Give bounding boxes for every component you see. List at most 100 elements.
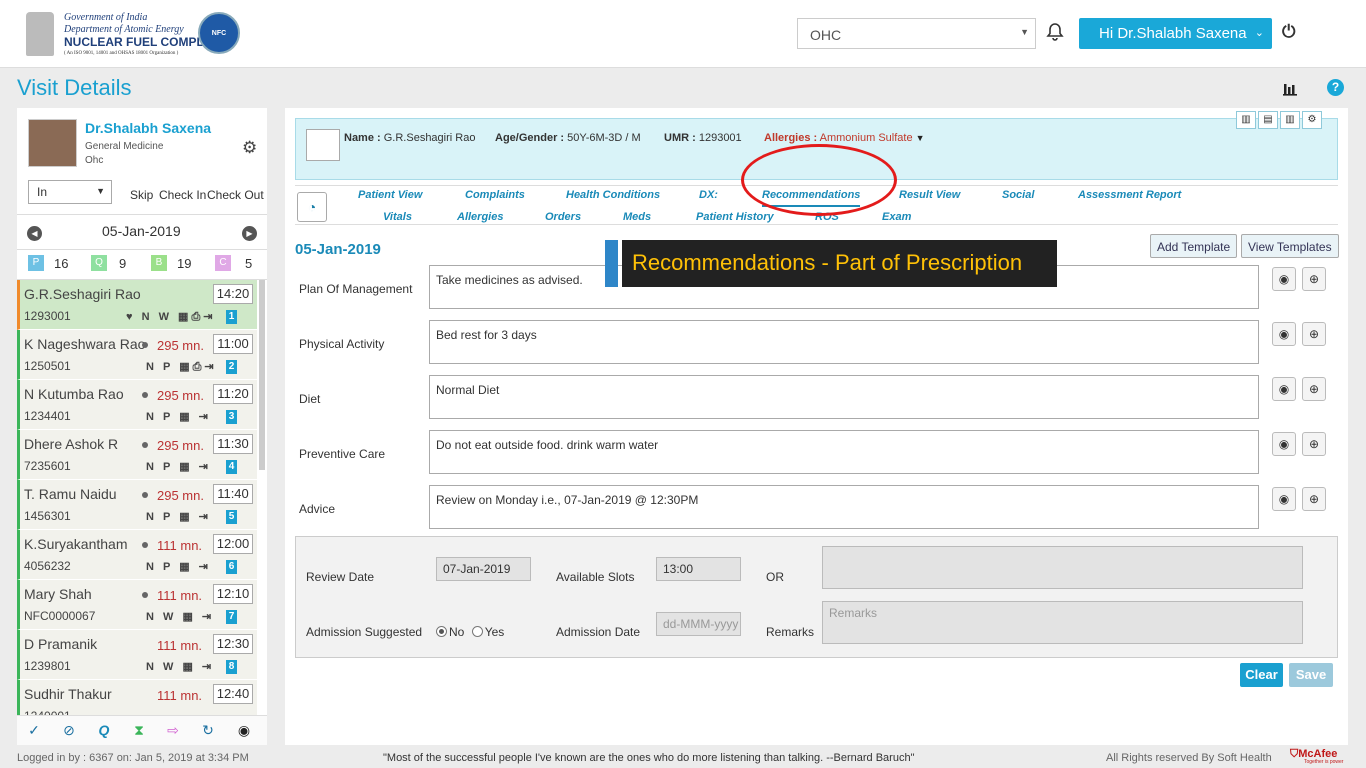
grid-icon: ▦	[179, 361, 193, 373]
hourglass-icon[interactable]: ⧗	[130, 722, 148, 740]
patient-time: 11:30	[213, 434, 253, 454]
patient-row[interactable]: Mary Shah NFC0000067 111 mn. 12:10 N W ▦…	[17, 580, 257, 630]
admission-date-input[interactable]: dd-MMM-yyyy	[656, 612, 741, 636]
power-logout-icon[interactable]: ⏻	[1282, 22, 1295, 42]
save-button[interactable]: Save	[1289, 663, 1333, 687]
check-circle-icon[interactable]: ⊘	[60, 722, 78, 740]
checkmark-icon[interactable]: ✓	[25, 722, 43, 740]
plus-circle-icon[interactable]: ⊕	[1302, 377, 1326, 401]
count-badge-q[interactable]: Q	[91, 255, 107, 271]
patient-flag-text: N P	[146, 411, 174, 423]
patient-row[interactable]: D Pramanik 1239801 111 mn. 12:30 N W ▦ ⇥…	[17, 630, 257, 680]
tab-dx[interactable]: DX:	[699, 189, 718, 201]
patient-row[interactable]: Sudhir Thakur 1240001 111 mn. 12:40	[17, 680, 257, 715]
patient-row[interactable]: K Nageshwara Rao 1250501 295 mn. 11:00 N…	[17, 330, 257, 380]
check-in-button[interactable]: Check In	[159, 188, 206, 202]
document-icon[interactable]: ▤	[1258, 111, 1278, 129]
tab-allergies[interactable]: Allergies	[457, 211, 503, 223]
mcafee-logo: ⛉McAfee Together is power	[1290, 748, 1343, 765]
patient-list-scrollbar[interactable]	[259, 280, 265, 470]
tab-complaints[interactable]: Complaints	[465, 189, 525, 201]
help-icon[interactable]: ?	[1327, 79, 1344, 96]
tab-exam[interactable]: Exam	[882, 211, 911, 223]
tab-patient-view[interactable]: Patient View	[358, 189, 422, 201]
count-badge-p[interactable]: P	[28, 255, 44, 271]
patient-time: 12:40	[213, 684, 253, 704]
next-date-icon[interactable]: ▶	[242, 226, 257, 241]
allergies-field[interactable]: Allergies : Ammonium Sulfate ▼	[764, 132, 925, 144]
tab-patient-history[interactable]: Patient History	[696, 211, 774, 223]
status-value: In	[37, 185, 48, 199]
eye-icon[interactable]: ◉	[1272, 267, 1296, 291]
previous-date-icon[interactable]: ◀	[27, 226, 42, 241]
bar-chart-icon[interactable]: ▥	[1236, 111, 1256, 129]
eye-icon[interactable]: ◉	[235, 722, 253, 740]
patient-row[interactable]: K.Suryakantham 4056232 111 mn. 12:00 N P…	[17, 530, 257, 580]
patient-row[interactable]: T. Ramu Naidu 1456301 295 mn. 11:40 N P …	[17, 480, 257, 530]
tab-orders[interactable]: Orders	[545, 211, 581, 223]
radio-yes[interactable]	[471, 626, 483, 637]
patient-time: 12:00	[213, 534, 253, 554]
tab-health-conditions[interactable]: Health Conditions	[566, 189, 660, 201]
patient-list: G.R.Seshagiri Rao 1293001 14:20 ♥ N W ▦⎙…	[17, 280, 257, 715]
preventive-care-field[interactable]: Do not eat outside food. drink warm wate…	[429, 430, 1259, 474]
plus-circle-icon[interactable]: ⊕	[1302, 322, 1326, 346]
count-badge-c[interactable]: C	[215, 255, 231, 271]
view-templates-button[interactable]: View Templates	[1241, 234, 1339, 258]
review-date-input[interactable]: 07-Jan-2019	[436, 557, 531, 581]
diet-field[interactable]: Normal Diet	[429, 375, 1259, 419]
doctor-status-select[interactable]: In ▼	[28, 180, 112, 204]
check-out-button[interactable]: Check Out	[207, 188, 264, 202]
remarks-textarea[interactable]: Remarks	[822, 601, 1303, 644]
notification-bell-icon[interactable]	[1045, 22, 1065, 44]
tab-assessment-report[interactable]: Assessment Report	[1078, 189, 1181, 201]
location-select[interactable]: OHC ▼	[797, 18, 1036, 49]
queue-icon[interactable]: Q	[95, 722, 113, 740]
bar-chart-icon[interactable]	[1282, 80, 1298, 96]
count-c: 5	[245, 256, 253, 271]
patient-flags: N P ▦⎙⇥	[146, 360, 217, 374]
status-dot-icon	[142, 592, 148, 598]
eye-icon[interactable]: ◉	[1272, 432, 1296, 456]
available-slots-input[interactable]: 13:00	[656, 557, 741, 581]
or-textarea[interactable]	[822, 546, 1303, 589]
plus-circle-icon[interactable]: ⊕	[1302, 487, 1326, 511]
tab-social[interactable]: Social	[1002, 189, 1034, 201]
patient-row[interactable]: Dhere Ashok R 7235601 295 mn. 11:30 N P …	[17, 430, 257, 480]
advice-field[interactable]: Review on Monday i.e., 07-Jan-2019 @ 12:…	[429, 485, 1259, 529]
patient-flags: N W ▦ ⇥	[146, 610, 214, 623]
eye-icon[interactable]: ◉	[1272, 377, 1296, 401]
stats-icon[interactable]: ▥	[1280, 111, 1300, 129]
add-template-button[interactable]: Add Template	[1150, 234, 1238, 258]
eye-icon[interactable]: ◉	[1272, 487, 1296, 511]
gear-icon[interactable]: ⚙	[242, 138, 257, 158]
count-badge-b[interactable]: B	[151, 255, 167, 271]
radio-no[interactable]	[436, 626, 447, 637]
refresh-icon[interactable]: ↻	[199, 722, 217, 740]
patient-row[interactable]: G.R.Seshagiri Rao 1293001 14:20 ♥ N W ▦⎙…	[17, 280, 257, 330]
exit-icon: ⇥	[204, 361, 217, 373]
plus-circle-icon[interactable]: ⊕	[1302, 267, 1326, 291]
physical-activity-field[interactable]: Bed rest for 3 days	[429, 320, 1259, 364]
clear-button[interactable]: Clear	[1240, 663, 1283, 687]
doctor-avatar	[28, 119, 77, 167]
plus-circle-icon[interactable]: ⊕	[1302, 432, 1326, 456]
grid-icon: ▦	[179, 511, 193, 523]
token-number: 5	[226, 510, 237, 524]
tab-meds[interactable]: Meds	[623, 211, 651, 223]
settings-icon[interactable]: ⚙	[1302, 111, 1322, 129]
user-menu-button[interactable]: Hi Dr.Shalabh Saxena ⌄	[1079, 18, 1272, 49]
eye-icon[interactable]: ◉	[1272, 322, 1296, 346]
chevron-down-icon: ⌄	[1254, 27, 1264, 39]
sign-out-icon[interactable]: ⇨	[164, 722, 182, 740]
dashboard-icon[interactable]: ◔	[297, 192, 327, 222]
skip-button[interactable]: Skip	[130, 188, 153, 202]
tab-result-view[interactable]: Result View	[899, 189, 960, 201]
patient-umr: 1239801	[24, 659, 71, 673]
remarks-label: Remarks	[766, 625, 815, 639]
wait-minutes: 295 mn.	[157, 438, 204, 453]
allergies-label: Allergies :	[764, 132, 818, 144]
tab-vitals[interactable]: Vitals	[383, 211, 412, 223]
patient-name: K Nageshwara Rao	[24, 336, 146, 352]
patient-row[interactable]: N Kutumba Rao 1234401 295 mn. 11:20 N P …	[17, 380, 257, 430]
